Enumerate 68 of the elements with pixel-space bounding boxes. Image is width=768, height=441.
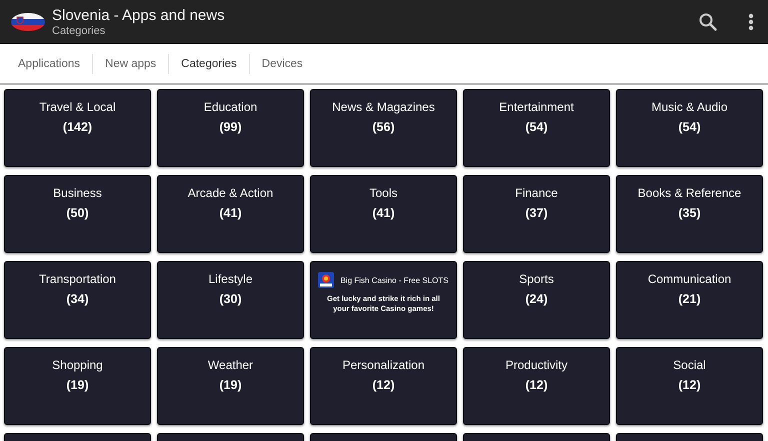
category-name: Entertainment xyxy=(499,100,574,114)
category-tile[interactable]: Education (99) xyxy=(157,89,304,167)
category-count: (37) xyxy=(525,206,548,220)
category-tile[interactable]: Entertainment (54) xyxy=(463,89,610,167)
ad-title: Big Fish Casino - Free SLOTS xyxy=(340,276,449,284)
category-name: News & Magazines xyxy=(332,100,435,114)
category-name: Shopping xyxy=(52,358,103,372)
category-name: Lifestyle xyxy=(208,272,253,286)
category-count: (54) xyxy=(678,120,701,134)
tab[interactable]: Applications xyxy=(6,52,92,76)
category-tile[interactable]: Weather (19) xyxy=(157,347,304,425)
category-name: Books & Reference xyxy=(638,186,742,200)
category-tile[interactable]: Tools (41) xyxy=(310,175,457,253)
category-name: Personalization xyxy=(342,358,425,372)
category-tile[interactable]: Productivity (12) xyxy=(463,347,610,425)
category-tile[interactable]: Personalization (12) xyxy=(310,347,457,425)
category-tile[interactable]: Business (50) xyxy=(4,175,151,253)
menu-icon xyxy=(748,12,754,30)
category-tile[interactable]: Social (12) xyxy=(616,347,763,425)
category-tile[interactable]: News & Magazines (56) xyxy=(310,89,457,167)
category-count: (24) xyxy=(525,292,548,306)
category-name: Productivity xyxy=(505,358,568,372)
category-tile[interactable]: Communication (21) xyxy=(616,261,763,339)
flag-icon xyxy=(10,12,46,32)
app-subtitle: Categories xyxy=(52,24,106,36)
category-count: (19) xyxy=(66,378,89,392)
category-name: Social xyxy=(673,358,706,372)
category-tile[interactable]: Transportation (34) xyxy=(4,261,151,339)
category-tile[interactable]: Books & Reference (35) xyxy=(616,175,763,253)
category-count: (35) xyxy=(678,206,701,220)
category-name: Arcade & Action xyxy=(188,186,274,200)
category-name: Finance xyxy=(515,186,558,200)
category-name: Communication xyxy=(648,272,732,286)
category-tile[interactable]: Arcade & Action (41) xyxy=(157,175,304,253)
category-count: (50) xyxy=(66,206,89,220)
category-count: (41) xyxy=(219,206,242,220)
tab[interactable]: New apps xyxy=(93,52,168,76)
category-name: Weather xyxy=(208,358,254,372)
category-count: (34) xyxy=(66,292,89,306)
category-count: (142) xyxy=(62,120,92,134)
app-title: Slovenia - Apps and news xyxy=(52,6,226,24)
category-count: (19) xyxy=(219,378,242,392)
category-tile[interactable]: Finance (37) xyxy=(463,175,610,253)
category-count: (12) xyxy=(372,378,395,392)
category-name: Education xyxy=(204,100,258,114)
tab[interactable]: Categories xyxy=(169,52,249,76)
category-count: (12) xyxy=(678,378,701,392)
category-tile[interactable]: Shopping (19) xyxy=(4,347,151,425)
category-name: Tools xyxy=(369,186,398,200)
category-name: Music & Audio xyxy=(651,100,728,114)
category-count: (30) xyxy=(219,292,242,306)
category-count: (21) xyxy=(678,292,701,306)
tab[interactable]: Devices xyxy=(250,52,315,76)
category-count: (12) xyxy=(525,378,548,392)
casino-logo-icon xyxy=(318,272,334,288)
category-count: (41) xyxy=(372,206,395,220)
category-tile[interactable]: Music & Audio (54) xyxy=(616,89,763,167)
category-tile[interactable]: Sports (24) xyxy=(463,261,610,339)
category-tile[interactable]: Travel & Local (142) xyxy=(4,89,151,167)
category-count: (56) xyxy=(372,120,395,134)
category-count: (99) xyxy=(219,120,242,134)
category-tile[interactable]: Lifestyle (30) xyxy=(157,261,304,339)
category-count: (54) xyxy=(525,120,548,134)
category-name: Transportation xyxy=(39,272,116,286)
category-name: Travel & Local xyxy=(39,100,116,114)
category-name: Sports xyxy=(519,272,554,286)
category-name: Business xyxy=(53,186,102,200)
search-icon xyxy=(698,12,718,32)
